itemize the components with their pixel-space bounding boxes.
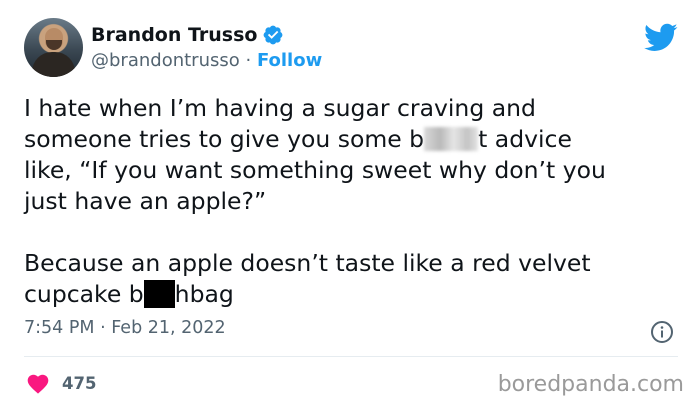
tweet-line: just have an apple?” [24, 187, 267, 215]
divider [24, 356, 678, 357]
tweet-header: Brandon Trusso @brandontrusso · Follow [24, 18, 684, 78]
avatar[interactable] [24, 18, 83, 77]
tweet-line: someone tries to give you some b [24, 125, 425, 153]
tweet-line: I hate when I’m having a sugar craving a… [24, 94, 536, 122]
like-count: 475 [62, 373, 97, 393]
tweet-line: cupcake b [24, 280, 144, 308]
like-action[interactable]: 475 [26, 372, 96, 394]
handle-row: @brandontrusso · Follow [91, 50, 322, 71]
tweet-line: hbag [174, 280, 234, 308]
heart-icon[interactable] [26, 372, 50, 394]
tweet-line: Because an apple doesn’t taste like a re… [24, 249, 591, 277]
display-name[interactable]: Brandon Trusso [91, 24, 257, 46]
censor-block [143, 280, 175, 308]
twitter-bird-icon[interactable] [644, 20, 678, 54]
verified-badge-icon [264, 25, 283, 45]
tweet-text: I hate when I’m having a sugar craving a… [24, 93, 684, 310]
tweet-timestamp[interactable]: 7:54 PM · Feb 21, 2022 [24, 318, 226, 338]
follow-button[interactable]: Follow [257, 50, 322, 71]
name-row: Brandon Trusso [91, 24, 284, 46]
watermark: boredpanda.com [497, 372, 684, 397]
tweet-line: t advice [478, 125, 572, 153]
separator: · [245, 50, 252, 71]
blurred-word [424, 127, 479, 151]
info-icon[interactable] [650, 320, 674, 344]
user-handle[interactable]: @brandontrusso [91, 50, 240, 71]
tweet-line: like, “If you want something sweet why d… [24, 156, 606, 184]
